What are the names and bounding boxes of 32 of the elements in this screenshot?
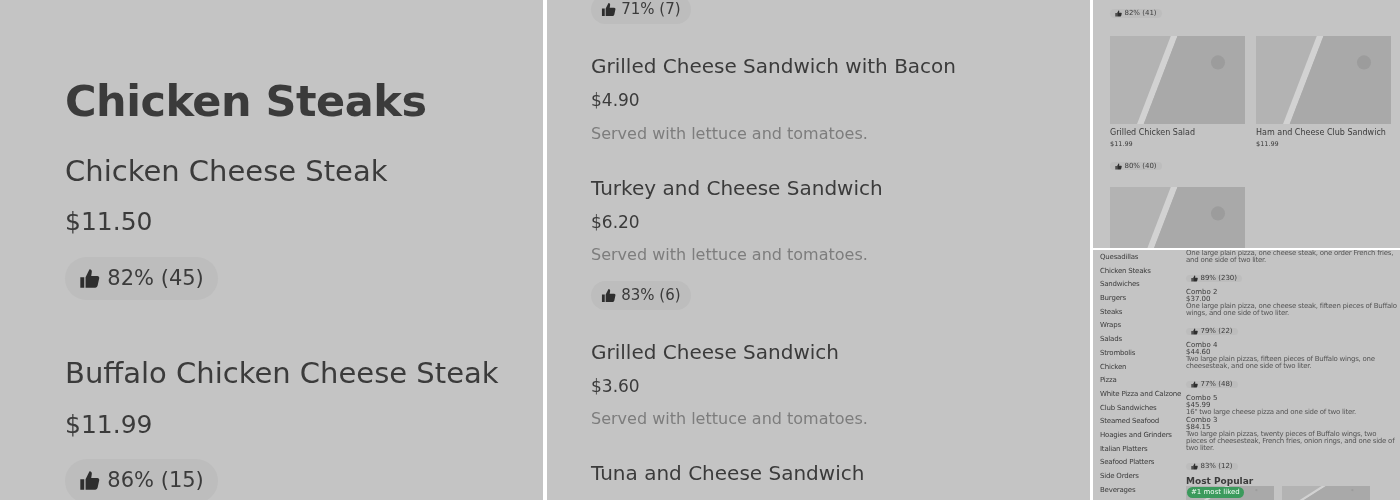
item-description: Served with lettuce and tomatoes. bbox=[591, 244, 869, 266]
rating-text: 71% (7) bbox=[621, 0, 681, 21]
thumbs-up-icon bbox=[601, 287, 616, 303]
rating-text: 82% (45) bbox=[107, 264, 204, 292]
item-name: Buffalo Chicken Cheese Steak bbox=[65, 355, 500, 393]
item-price: $11.99 bbox=[65, 408, 154, 441]
section-heading: Most Popular bbox=[1186, 477, 1255, 487]
rating-text: 83% (6) bbox=[621, 285, 681, 306]
item-name: Ham and Cheese Club Sandwich bbox=[1256, 127, 1387, 139]
item-price: $6.20 bbox=[591, 210, 641, 234]
item-name: Tuna and Cheese Sandwich bbox=[591, 460, 866, 488]
item-name: Grilled Cheese Sandwich bbox=[591, 338, 840, 366]
thumbs-up-icon bbox=[79, 267, 100, 289]
item-description: Served with lettuce and tomatoes. bbox=[591, 408, 869, 431]
thumbs-up-icon bbox=[79, 470, 100, 492]
item-name: Grilled Chicken Salad bbox=[1110, 127, 1197, 139]
item-name: Chicken Cheese Steak bbox=[65, 152, 389, 190]
item-name: Grilled Cheese Sandwich with Bacon bbox=[591, 53, 958, 80]
thumbs-up-icon bbox=[1191, 463, 1198, 470]
thumbs-up-icon bbox=[601, 2, 616, 17]
thumbs-up-icon bbox=[1191, 328, 1198, 335]
item-price: $4.90 bbox=[591, 89, 641, 112]
thumbs-up-icon bbox=[1115, 10, 1122, 17]
thumbs-up-icon bbox=[1191, 275, 1198, 282]
item-price: $3.60 bbox=[591, 374, 641, 398]
item-price: $11.50 bbox=[65, 206, 154, 239]
thumbs-up-icon bbox=[1191, 381, 1198, 388]
rating-text: 86% (15) bbox=[107, 467, 204, 495]
item-name: Turkey and Cheese Sandwich bbox=[591, 174, 884, 202]
item-description: Served with lettuce and tomatoes. bbox=[591, 122, 869, 145]
section-heading: Chicken Steaks bbox=[65, 76, 428, 128]
thumbs-up-icon bbox=[1115, 162, 1122, 170]
